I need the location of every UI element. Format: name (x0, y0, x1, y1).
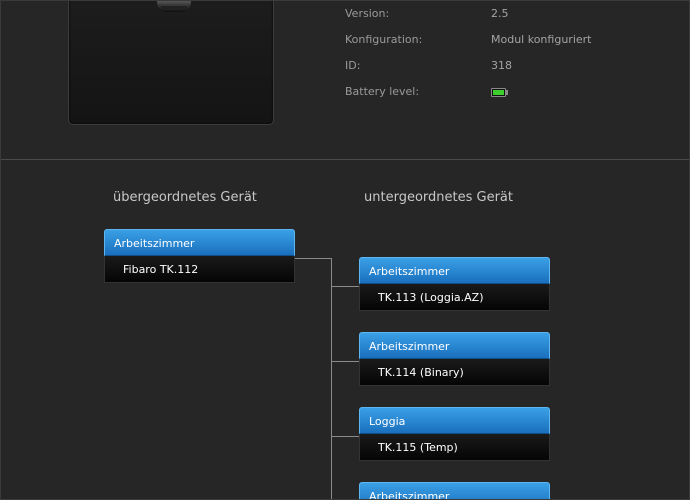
child-device-heading: untergeordnetes Gerät (364, 190, 513, 205)
version-value: 2.5 (491, 7, 509, 20)
id-value: 318 (491, 59, 512, 72)
child-device-node[interactable]: Arbeitszimmer (359, 482, 550, 499)
battery-full-icon (491, 88, 508, 97)
connector-line (331, 258, 332, 499)
device-details-panel: Version: 2.5 Konfiguration: Modul konfig… (0, 0, 690, 500)
id-label: ID: (345, 59, 361, 72)
child-room-label: Arbeitszimmer (359, 482, 550, 499)
child-room-label: Arbeitszimmer (359, 257, 550, 284)
connector-line (331, 436, 359, 437)
battery-label: Battery level: (345, 85, 420, 98)
device-info-section: Version: 2.5 Konfiguration: Modul konfig… (1, 1, 689, 159)
child-device-label: TK.114 (Binary) (359, 359, 550, 386)
parent-device-heading: übergeordnetes Gerät (113, 190, 257, 205)
device-image (68, 1, 274, 125)
child-device-node[interactable]: Arbeitszimmer TK.114 (Binary) (359, 332, 550, 386)
configuration-value: Modul konfiguriert (491, 33, 592, 46)
child-device-label: TK.115 (Temp) (359, 434, 550, 461)
parent-device-node[interactable]: Arbeitszimmer Fibaro TK.112 (104, 229, 295, 283)
parent-device-label: Fibaro TK.112 (104, 256, 295, 283)
connector-line (295, 258, 332, 259)
parent-room-label: Arbeitszimmer (104, 229, 295, 256)
connector-line (331, 361, 359, 362)
configuration-label: Konfiguration: (345, 33, 423, 46)
device-thumbnail-icon (157, 1, 191, 12)
child-device-node[interactable]: Loggia TK.115 (Temp) (359, 407, 550, 461)
child-room-label: Arbeitszimmer (359, 332, 550, 359)
child-room-label: Loggia (359, 407, 550, 434)
section-divider (1, 159, 689, 160)
child-device-node[interactable]: Arbeitszimmer TK.113 (Loggia.AZ) (359, 257, 550, 311)
version-label: Version: (345, 7, 390, 20)
connector-line (331, 286, 359, 287)
child-device-label: TK.113 (Loggia.AZ) (359, 284, 550, 311)
